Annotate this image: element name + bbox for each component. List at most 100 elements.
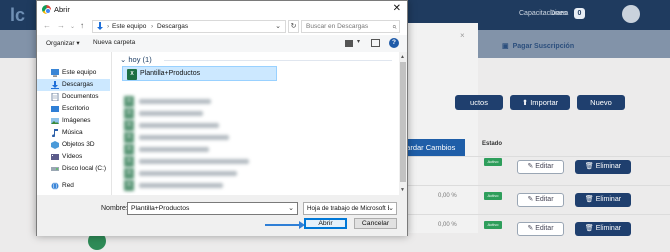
scroll-up-icon[interactable]: ▲ [400,54,405,60]
music-icon [52,129,58,137]
nuevo-button[interactable]: Nuevo [577,95,625,110]
sidebar-item-videos[interactable]: Vídeos [37,151,110,163]
chrome-icon [42,5,51,14]
excel-file-icon: X [124,180,134,191]
app-logo: lc [10,5,26,25]
excel-file-icon: X [124,120,134,131]
sidebar-item-red[interactable]: Red [37,180,110,192]
guardar-cambios-button[interactable]: uardar Cambios [398,139,465,156]
videos-icon [51,154,59,160]
address-dropdown-icon[interactable]: ⌄ [275,22,281,30]
sidebar-item-descargas[interactable]: Descargas [37,79,110,91]
status-badge: Activo [484,192,502,200]
excel-file-icon: X [127,69,137,80]
file-name-label: Nombre: [101,205,128,212]
scroll-down-icon[interactable]: ▼ [400,187,405,193]
dialog-title-bar: Abrir ✕ [37,1,407,18]
scroll-thumb[interactable] [400,62,406,182]
help-icon[interactable]: ? [389,38,399,48]
editar-button[interactable]: ✎ Editar [517,222,564,236]
excel-file-icon: X [124,132,134,143]
address-row: ← → ⌄ ↑ › Este equipo › Descargas ⌄ ↻ Bu… [37,18,407,35]
file-type-select[interactable]: Hoja de trabajo de Microsoft Ex ⌄ [303,202,397,215]
status-badge: Activo [484,158,502,166]
refresh-icon[interactable]: ↻ [288,20,299,33]
editar-button[interactable]: ✎ Editar [517,160,564,174]
status-badge: Activo [484,221,502,229]
downloads-icon [51,81,59,89]
chevron-down-icon[interactable]: ⌄ [288,204,294,212]
upload-icon: ⬆ [521,98,531,107]
nav-user-name[interactable]: Diana [550,10,568,17]
sidebar-item-imagenes[interactable]: Imágenes [37,115,110,127]
search-placeholder: Buscar en Descargas [306,23,369,30]
forward-arrow-icon[interactable]: → [57,21,65,30]
sidebar-item-este-equipo[interactable]: Este equipo [37,67,110,79]
excel-file-icon: X [124,156,134,167]
organize-menu[interactable]: Organizar ▾ [46,39,80,47]
sidebar-item-documentos[interactable]: Documentos [37,91,110,103]
search-input[interactable]: Buscar en Descargas ⌕ [301,20,400,33]
vertical-scrollbar[interactable]: ▲ ▼ [399,52,407,195]
network-icon [51,182,59,190]
sidebar-item-escritorio[interactable]: Escritorio [37,103,110,115]
dialog-footer: Nombre: Plantilla+Productos ⌄ Hoja de tr… [37,195,407,236]
group-header-hoy[interactable]: ⌄ hoy (1) [120,55,152,64]
breadcrumb-descargas[interactable]: Descargas [157,23,188,30]
editar-button[interactable]: ✎ Editar [517,193,564,207]
drive-icon [51,167,59,171]
view-options-icon[interactable] [345,40,353,47]
row-divider [405,185,670,186]
estado-column-header: Estado [482,141,503,147]
percent-value: 0,00 % [438,222,457,228]
sidebar-item-objetos-3d[interactable]: Objetos 3D [37,139,110,151]
cancel-button[interactable]: Cancelar [354,218,397,229]
download-folder-icon [97,22,103,30]
group-divider [164,60,392,61]
sidebar-item-disco-local[interactable]: Disco local (C:) [37,163,110,175]
breadcrumb-separator: › [107,23,110,30]
notification-badge: 0 [574,8,585,19]
up-arrow-icon[interactable]: ↑ [80,21,84,30]
percent-value: 0,00 % [438,193,457,199]
eliminar-button[interactable]: 🗑 Eliminar [575,193,631,207]
pictures-icon [51,118,59,124]
breadcrumb-este-equipo[interactable]: Este equipo [112,23,146,30]
preview-pane-icon[interactable] [371,39,380,47]
sidebar-item-musica[interactable]: Música [37,127,110,139]
dialog-title: Abrir [54,5,70,14]
selected-file-name: Plantilla+Productos [140,70,201,77]
modal-close-icon[interactable]: × [460,31,465,40]
breadcrumb-separator: › [151,23,154,30]
computer-icon [51,69,59,77]
annotation-arrow [265,224,301,226]
eliminar-button[interactable]: 🗑 Eliminar [575,160,631,174]
desktop-icon [51,106,59,112]
chevron-down-icon: ⌄ [388,205,394,212]
open-file-dialog: Abrir ✕ ← → ⌄ ↑ › Este equipo › Descarga… [36,0,408,236]
back-arrow-icon[interactable]: ← [43,21,51,30]
eliminar-button[interactable]: 🗑 Eliminar [575,222,631,236]
file-name-field[interactable]: Plantilla+Productos ⌄ [127,202,298,215]
chevron-down-icon[interactable]: ▾ [357,38,360,45]
excel-file-icon: X [124,168,134,179]
excel-file-icon: X [124,108,134,119]
chevron-down-icon[interactable]: ⌄ [70,23,75,30]
search-icon: ⌕ [391,22,396,31]
excel-file-icon: X [124,96,134,107]
excel-file-icon: X [124,144,134,155]
row-divider [405,156,670,157]
background-modal [398,23,478,233]
avatar[interactable] [622,5,640,23]
documents-icon [51,93,59,101]
close-icon[interactable]: ✕ [393,3,401,14]
importar-button[interactable]: ⬆ Importar [510,95,570,110]
new-folder-button[interactable]: Nueva carpeta [93,39,135,46]
navigation-pane: Este equipo Descargas Documentos Escrito… [37,52,112,195]
productos-button[interactable]: uctos [455,95,503,110]
address-bar[interactable]: › Este equipo › Descargas ⌄ [92,20,286,33]
open-button[interactable]: Abrir [304,218,347,229]
pagar-suscripcion-link[interactable]: Pagar Suscripción [502,42,574,50]
dialog-toolbar: Organizar ▾ Nueva carpeta ▾ ? [37,35,407,52]
row-divider [405,214,670,215]
